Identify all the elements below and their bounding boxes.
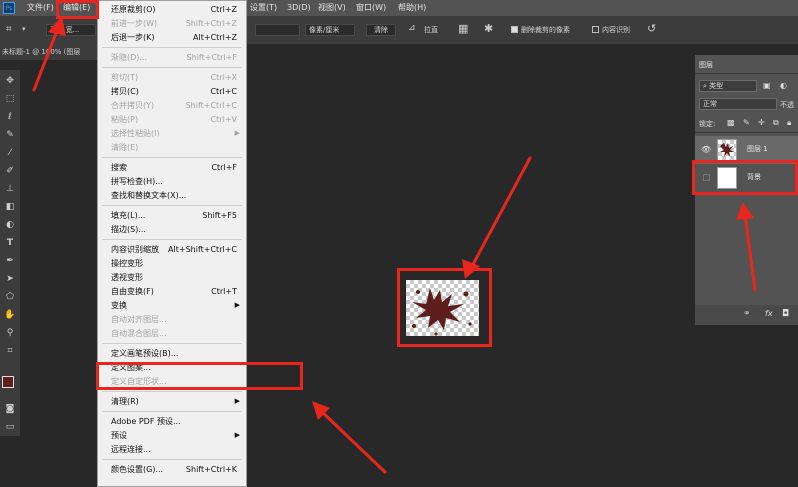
arrow-head bbox=[736, 202, 754, 220]
arrow-to-define-pattern bbox=[318, 408, 387, 474]
annotation-arrows bbox=[32, 16, 757, 474]
arrow-head bbox=[462, 259, 480, 279]
arrow-to-edit-menu bbox=[32, 26, 60, 92]
arrow-to-background-layer bbox=[743, 212, 757, 292]
arrow-head bbox=[48, 16, 66, 36]
arrow-to-image bbox=[468, 156, 532, 272]
